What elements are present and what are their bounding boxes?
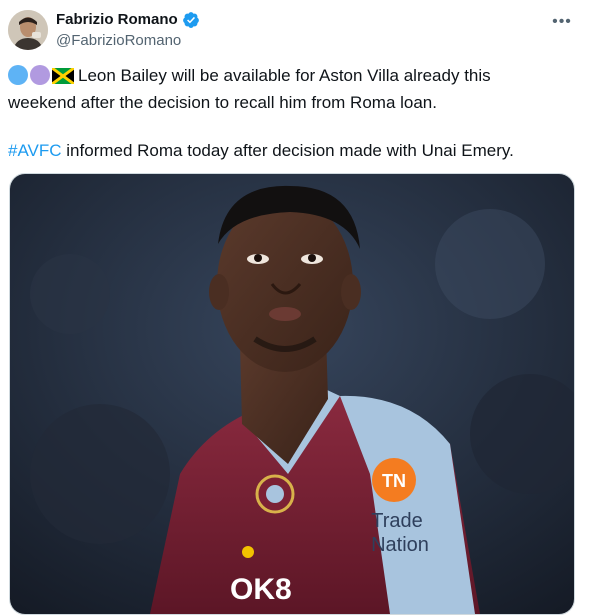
tweet-text-line3: informed Roma today after decision made … [66,141,514,160]
tweet-line-3: #AVFC informed Roma today after decision… [8,139,578,163]
svg-text:TN: TN [382,471,406,491]
author-handle[interactable]: @FabrizioRomano [56,31,181,51]
tweet-line-1: Leon Bailey will be available for Aston … [8,64,578,91]
author-row: Fabrizio Romano [56,10,200,30]
tweet-text: Leon Bailey will be available for Aston … [8,64,578,163]
verified-badge-icon [182,11,200,29]
tweet-photo[interactable]: TN Trade Nation OK8 [9,173,575,615]
sponsor-line-2: Nation [371,534,429,556]
shirt-text: OK8 [230,573,292,606]
purple-circle-emoji [30,65,50,85]
hashtag-link[interactable]: #AVFC [8,141,62,160]
sponsor-line-1: Trade [371,510,423,532]
jamaica-flag-emoji [52,67,74,91]
tweet-text-line2: weekend after the decision to recall him… [8,93,437,112]
author-name[interactable]: Fabrizio Romano [56,10,178,30]
avatar[interactable] [8,10,48,50]
tweet-text-line1: Leon Bailey will be available for Aston … [78,66,491,85]
tweet-card: Fabrizio Romano @FabrizioRomano ••• Leon… [0,0,589,615]
more-options-icon[interactable]: ••• [548,8,576,36]
blue-circle-emoji [8,65,28,85]
